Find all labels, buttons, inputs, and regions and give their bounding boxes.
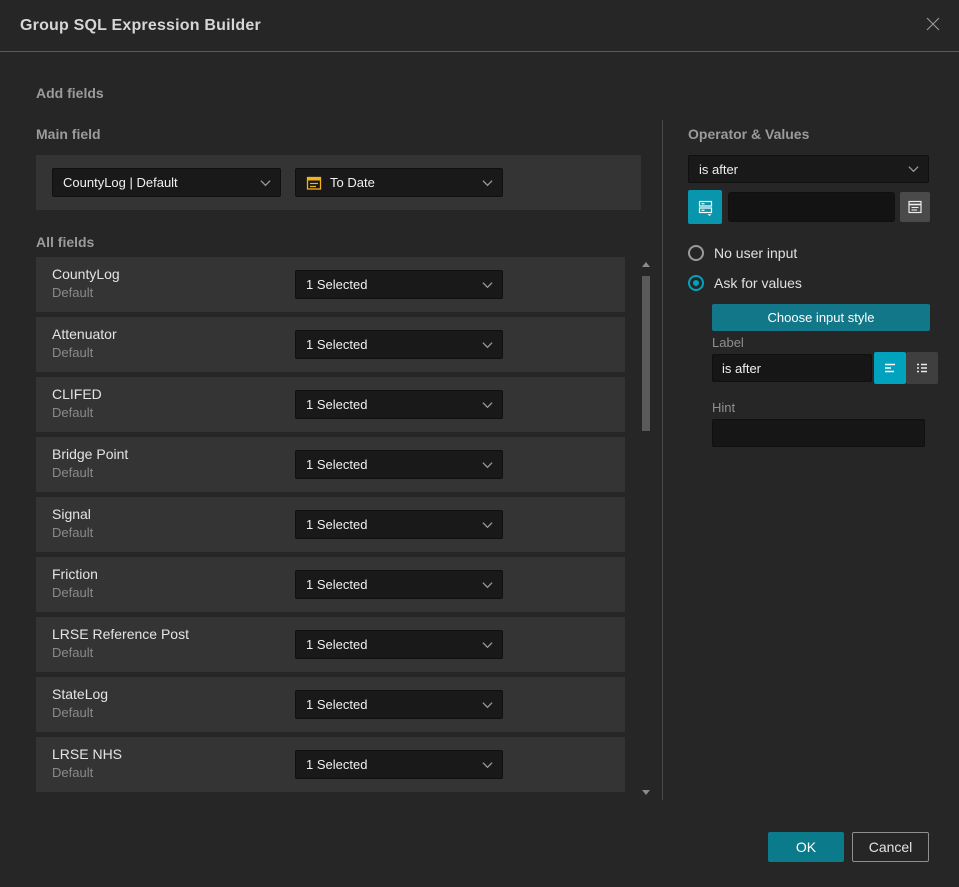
selected-count-label: 1 Selected: [306, 757, 368, 772]
field-row: CLIFED Default 1 Selected: [36, 377, 625, 432]
group-sql-expression-builder-dialog: Group SQL Expression Builder Add fields …: [0, 0, 959, 887]
operator-dropdown[interactable]: is after: [688, 155, 929, 183]
chevron-down-icon: [482, 281, 493, 288]
radio-no-user-input-label: No user input: [714, 245, 798, 261]
field-selected-dropdown[interactable]: 1 Selected: [295, 450, 503, 479]
chevron-down-icon: [482, 401, 493, 408]
field-selected-dropdown[interactable]: 1 Selected: [295, 510, 503, 539]
dialog-header: Group SQL Expression Builder: [0, 0, 959, 52]
field-selected-dropdown[interactable]: 1 Selected: [295, 630, 503, 659]
chevron-down-icon: [482, 761, 493, 768]
field-selected-dropdown[interactable]: 1 Selected: [295, 690, 503, 719]
main-field-heading: Main field: [36, 126, 101, 142]
calendar-icon: [907, 199, 923, 215]
main-field-dropdown-value: CountyLog | Default: [63, 175, 178, 190]
chevron-down-icon: [260, 179, 271, 186]
radio-no-user-input[interactable]: No user input: [688, 245, 797, 261]
field-row: Friction Default 1 Selected: [36, 557, 625, 612]
single-line-input-style-button[interactable]: [874, 352, 906, 384]
cancel-button[interactable]: Cancel: [852, 832, 929, 862]
field-selected-dropdown[interactable]: 1 Selected: [295, 750, 503, 779]
label-caption: Label: [712, 335, 744, 350]
chevron-down-icon: [482, 701, 493, 708]
selected-count-label: 1 Selected: [306, 637, 368, 652]
selected-count-label: 1 Selected: [306, 397, 368, 412]
radio-circle[interactable]: [688, 275, 704, 291]
field-row: LRSE Reference Post Default 1 Selected: [36, 617, 625, 672]
list-scrollbar[interactable]: [640, 257, 652, 800]
scroll-up-icon[interactable]: [642, 262, 650, 267]
list-input-style-button[interactable]: [906, 352, 938, 384]
selected-count-label: 1 Selected: [306, 337, 368, 352]
chevron-down-icon: [482, 581, 493, 588]
chevron-down-icon: [908, 166, 919, 173]
chevron-down-icon: [482, 461, 493, 468]
chevron-down-icon: [482, 179, 493, 186]
operator-dropdown-value: is after: [699, 161, 739, 177]
hint-input[interactable]: [712, 419, 925, 447]
chevron-down-icon: [482, 641, 493, 648]
chevron-down-icon: [482, 341, 493, 348]
main-field-dropdown[interactable]: CountyLog | Default: [52, 168, 281, 197]
close-icon: [925, 16, 941, 37]
field-row: Attenuator Default 1 Selected: [36, 317, 625, 372]
field-row: LRSE NHS Default 1 Selected: [36, 737, 625, 792]
selected-count-label: 1 Selected: [306, 577, 368, 592]
field-row: StateLog Default 1 Selected: [36, 677, 625, 732]
field-selected-dropdown[interactable]: 1 Selected: [295, 330, 503, 359]
add-fields-heading: Add fields: [36, 85, 104, 101]
field-row: Signal Default 1 Selected: [36, 497, 625, 552]
date-field-dropdown[interactable]: To Date: [295, 168, 503, 197]
value-input[interactable]: [728, 192, 895, 222]
field-stack-icon: [697, 199, 714, 216]
close-button[interactable]: [921, 14, 945, 38]
scrollbar-thumb[interactable]: [642, 276, 650, 431]
calendar-icon: [306, 175, 322, 191]
field-selected-dropdown[interactable]: 1 Selected: [295, 390, 503, 419]
list-icon: [914, 360, 930, 376]
all-fields-list: CountyLog Default 1 Selected Attenuator …: [36, 257, 625, 797]
date-field-dropdown-value: To Date: [330, 175, 375, 190]
field-selected-dropdown[interactable]: 1 Selected: [295, 570, 503, 599]
field-row: Bridge Point Default 1 Selected: [36, 437, 625, 492]
radio-ask-for-values[interactable]: Ask for values: [688, 275, 802, 291]
main-field-panel: CountyLog | Default To Date: [36, 155, 641, 210]
selected-count-label: 1 Selected: [306, 457, 368, 472]
selected-count-label: 1 Selected: [306, 277, 368, 292]
all-fields-heading: All fields: [36, 234, 95, 250]
label-input[interactable]: [712, 354, 872, 382]
radio-ask-for-values-label: Ask for values: [714, 275, 802, 291]
date-picker-button[interactable]: [900, 192, 930, 222]
dialog-title: Group SQL Expression Builder: [20, 17, 261, 34]
selected-count-label: 1 Selected: [306, 697, 368, 712]
ok-button[interactable]: OK: [768, 832, 844, 862]
radio-circle[interactable]: [688, 245, 704, 261]
field-row: CountyLog Default 1 Selected: [36, 257, 625, 312]
field-selected-dropdown[interactable]: 1 Selected: [295, 270, 503, 299]
choose-input-style-button[interactable]: Choose input style: [712, 304, 930, 331]
selected-count-label: 1 Selected: [306, 517, 368, 532]
scroll-down-icon[interactable]: [642, 790, 650, 795]
panel-divider: [662, 120, 663, 800]
hint-caption: Hint: [712, 400, 736, 415]
value-source-button[interactable]: [688, 190, 722, 224]
chevron-down-icon: [482, 521, 493, 528]
operator-values-heading: Operator & Values: [688, 126, 810, 142]
align-left-icon: [882, 360, 898, 376]
